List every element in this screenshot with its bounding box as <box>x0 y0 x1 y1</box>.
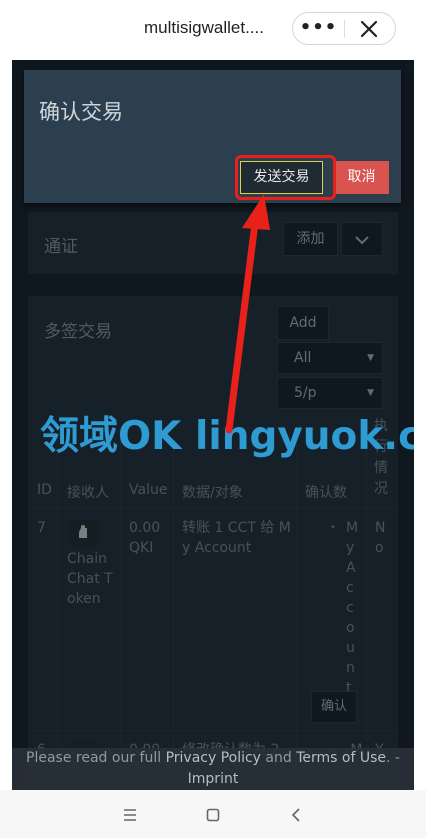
cancel-button[interactable]: 取消 <box>334 161 389 194</box>
imprint-link[interactable]: Imprint <box>12 769 414 790</box>
footer-suffix: . - <box>386 750 400 766</box>
footer-notice: Please read our full Privacy Policy and … <box>12 748 414 790</box>
menu-icon[interactable] <box>123 808 137 822</box>
terms-of-use-link[interactable]: Terms of Use <box>296 750 386 766</box>
more-menu-button[interactable]: ••• <box>293 13 344 44</box>
top-bar: multisigwallet.... ••• <box>0 0 426 60</box>
dialog-title: 确认交易 <box>39 100 123 124</box>
home-icon[interactable] <box>206 808 220 822</box>
capsule-menu: ••• <box>292 12 396 45</box>
system-nav-bar <box>0 790 426 838</box>
privacy-policy-link[interactable]: Privacy Policy <box>166 750 261 766</box>
webview: 通证 添加 多签交易 Add All ▼ 5/p ▼ ID 接收人 Value 数据… <box>12 60 414 790</box>
footer-prefix: Please read our full <box>26 750 166 766</box>
close-button[interactable] <box>345 13 396 44</box>
footer-and: and <box>260 750 297 766</box>
back-icon[interactable] <box>290 808 304 822</box>
page-title: multisigwallet.... <box>144 18 264 37</box>
confirm-transaction-dialog: 确认交易 发送交易 取消 <box>24 70 401 203</box>
highlight-box <box>235 155 336 200</box>
close-icon <box>360 20 378 38</box>
watermark-text: 领域OK lingyuok.com <box>40 414 414 459</box>
